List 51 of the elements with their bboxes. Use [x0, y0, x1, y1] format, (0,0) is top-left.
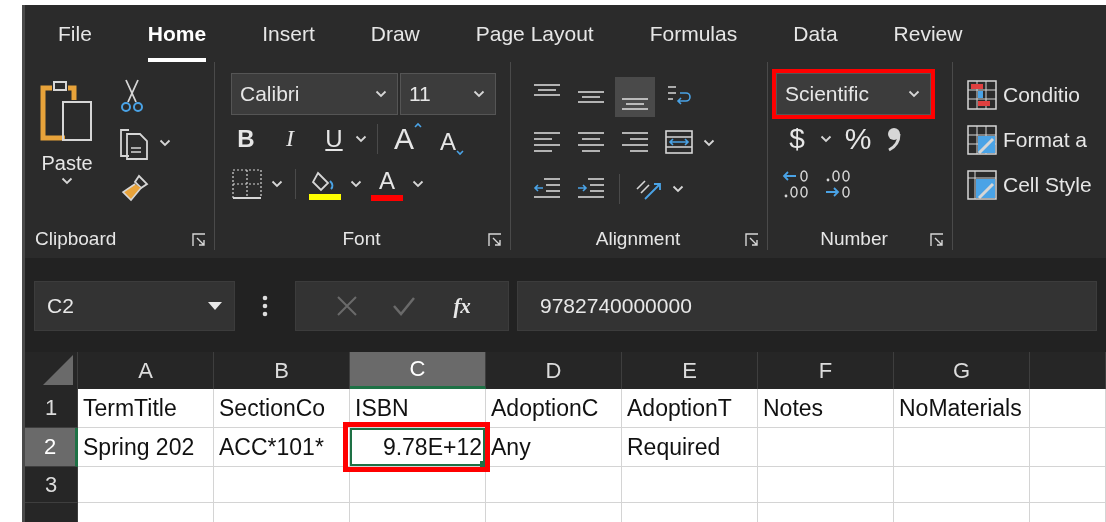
ribbon-tab[interactable]: Home: [147, 5, 207, 62]
table-cell[interactable]: ACC*101*: [214, 428, 350, 467]
format-table-button[interactable]: Format a: [967, 117, 1092, 162]
row-header[interactable]: 1: [25, 389, 78, 428]
table-cell[interactable]: AdoptionT: [622, 389, 758, 428]
column-header[interactable]: G: [894, 352, 1030, 389]
paste-button[interactable]: Paste: [33, 72, 101, 228]
table-cell[interactable]: SectionCo: [214, 389, 350, 428]
decrease-font-size-button[interactable]: A: [434, 121, 470, 156]
group-label: Clipboard: [35, 228, 117, 250]
ribbon-tab[interactable]: Data: [793, 5, 838, 62]
ribbon-tab[interactable]: Review: [893, 5, 963, 62]
group-label: Alignment: [595, 228, 681, 250]
group-label: Font: [342, 228, 381, 250]
column-header[interactable]: E: [622, 352, 758, 389]
font-name-dropdown[interactable]: Calibri: [231, 73, 398, 115]
column-header[interactable]: D: [486, 352, 622, 389]
ribbon-tab[interactable]: Page Layout: [475, 5, 594, 62]
ribbon-tab[interactable]: Insert: [262, 5, 315, 62]
table-cell[interactable]: Notes: [758, 389, 894, 428]
row-header[interactable]: 3: [25, 467, 78, 503]
formula-input[interactable]: 9782740000000: [517, 281, 1097, 331]
table-cell[interactable]: 9.78E+12: [350, 428, 486, 467]
table-cell[interactable]: Any: [486, 428, 622, 467]
underline-button[interactable]: U: [319, 121, 349, 156]
currency-button[interactable]: $: [782, 121, 812, 156]
font-color-button[interactable]: A: [370, 163, 404, 204]
table-cell[interactable]: AdoptionC: [486, 389, 622, 428]
insert-function-button[interactable]: fx: [449, 293, 475, 319]
percent-button[interactable]: %: [840, 121, 876, 156]
column-header[interactable]: F: [758, 352, 894, 389]
name-box[interactable]: C2: [34, 281, 235, 331]
font-size-dropdown[interactable]: 11: [400, 73, 496, 115]
table-cell[interactable]: NoMaterials: [894, 389, 1030, 428]
column-header[interactable]: A: [78, 352, 214, 389]
ribbon-tab[interactable]: File: [58, 5, 92, 62]
conditional-formatting-button[interactable]: Conditio: [967, 72, 1092, 117]
column-header[interactable]: B: [214, 352, 350, 389]
ribbon-tab[interactable]: Draw: [370, 5, 420, 62]
table-cell[interactable]: TermTitle: [78, 389, 214, 428]
ribbon-tab[interactable]: Formulas: [649, 5, 738, 62]
cell-styles-button[interactable]: Cell Style: [967, 162, 1092, 207]
bold-button[interactable]: B: [231, 121, 261, 156]
column-header[interactable]: C: [350, 352, 486, 389]
row-header[interactable]: 2: [25, 428, 78, 467]
table-cell[interactable]: Spring 202: [78, 428, 214, 467]
table-cell[interactable]: Required: [622, 428, 758, 467]
italic-button[interactable]: I: [275, 121, 305, 156]
group-label: Number: [820, 228, 888, 250]
table-cell[interactable]: ISBN: [350, 389, 486, 428]
increase-font-size-button[interactable]: A: [388, 121, 428, 156]
